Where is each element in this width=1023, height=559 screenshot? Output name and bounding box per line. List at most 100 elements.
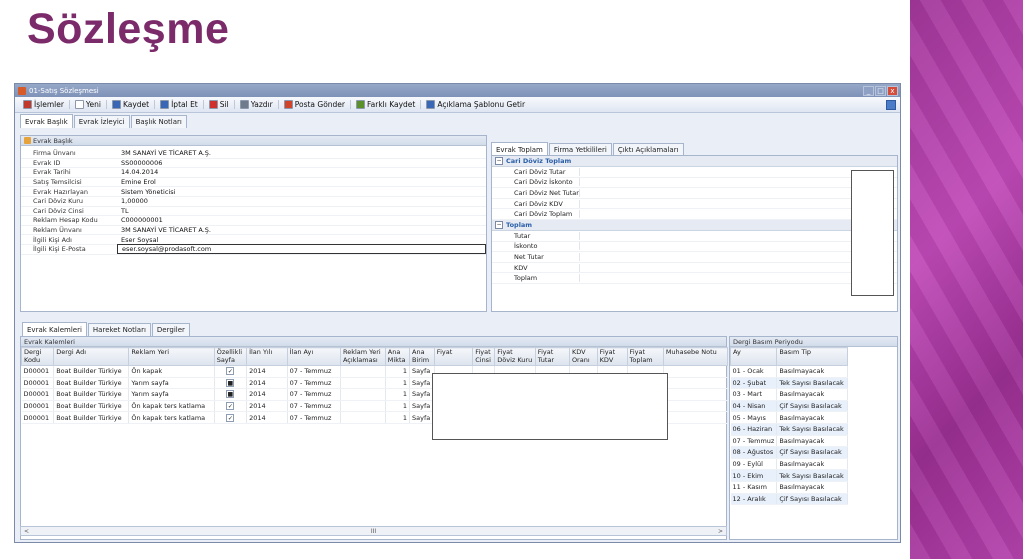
column-header[interactable]: İlan Yılı	[246, 347, 288, 366]
period-type[interactable]: Çif Sayısı Basılacak	[776, 493, 848, 506]
column-header[interactable]: KDV Oranı	[568, 347, 598, 366]
period-row[interactable]: 07 - Temmuz Basılmayacak	[730, 435, 848, 448]
period-type[interactable]: Tek Sayısı Basılacak	[776, 469, 848, 482]
horizontal-scrollbar[interactable]: < III >	[20, 526, 727, 536]
column-header[interactable]: Fiyat KDV	[596, 347, 628, 366]
toolbar-button-7[interactable]: Farklı Kaydet	[351, 100, 422, 109]
right-tab-0[interactable]: Evrak Toplam	[491, 142, 548, 156]
bottom-tab-0[interactable]: Evrak Kalemleri	[22, 322, 87, 336]
column-header[interactable]: Basım Tip	[776, 347, 848, 366]
field-row: Cari Döviz Kuru 1,00000	[21, 197, 486, 207]
field-value[interactable]: eser.soysal@prodasoft.com	[117, 244, 486, 255]
checkbox[interactable]: ■	[226, 378, 235, 387]
totals-group-cari[interactable]: − Cari Döviz Toplam	[492, 156, 897, 167]
field-value[interactable]: 3M SANAYİ VE TİCARET A.Ş.	[117, 149, 486, 157]
period-type[interactable]: Basılmayacak	[776, 388, 848, 401]
field-value[interactable]: SS00000006	[117, 159, 486, 167]
collapse-toggle-icon[interactable]: −	[495, 220, 503, 229]
checkbox[interactable]: ✓	[226, 402, 235, 411]
bottom-tab-1[interactable]: Hareket Notları	[87, 323, 151, 336]
period-row[interactable]: 04 - Nisan Çif Sayısı Basılacak	[730, 400, 848, 413]
toolbar-button-3[interactable]: İptal Et	[155, 100, 204, 109]
scroll-left-arrow-icon[interactable]: <	[21, 528, 32, 535]
period-row[interactable]: 06 - Haziran Tek Sayısı Basılacak	[730, 423, 848, 436]
column-header[interactable]: Ana Birim	[409, 347, 435, 366]
column-header[interactable]: Fiyat	[433, 347, 474, 366]
column-header[interactable]: Fiyat Tutar	[534, 347, 570, 366]
column-header[interactable]: Fiyat Döviz Kuru	[494, 347, 536, 366]
column-header[interactable]: Özellikli Sayfa	[213, 347, 248, 366]
print-icon	[239, 100, 249, 109]
column-header[interactable]: İlan Ayı	[286, 347, 341, 366]
column-header[interactable]: Reklam Yeri Açıklaması	[339, 347, 386, 366]
table-cell	[340, 388, 386, 401]
column-header[interactable]: Muhasebe Notu	[662, 347, 729, 366]
period-row[interactable]: 08 - Ağustos Çif Sayısı Basılacak	[730, 446, 848, 459]
tab-label: Evrak Toplam	[496, 145, 543, 154]
column-header[interactable]: Ana Mikta	[384, 347, 411, 366]
toolbar-button-1[interactable]: Yeni	[70, 100, 107, 109]
period-type[interactable]: Basılmayacak	[776, 411, 848, 424]
period-type[interactable]: Çif Sayısı Basılacak	[776, 446, 848, 459]
field-value[interactable]: Sistem Yöneticisi	[117, 188, 486, 196]
top-tab-2[interactable]: Başlık Notları	[130, 115, 187, 128]
tab-label: Çıktı Açıklamaları	[617, 146, 679, 154]
slide-title: Sözleşme	[27, 5, 230, 53]
period-type[interactable]: Basılmayacak	[776, 365, 848, 378]
bottom-tab-2[interactable]: Dergiler	[151, 323, 190, 336]
top-tab-0[interactable]: Evrak Başlık	[20, 114, 73, 128]
toolbar-button-5[interactable]: Yazdır	[235, 100, 279, 109]
period-row[interactable]: 01 - Ocak Basılmayacak	[730, 365, 848, 378]
period-row[interactable]: 03 - Mart Basılmayacak	[730, 388, 848, 401]
toolbar-button-6[interactable]: Posta Gönder	[279, 100, 352, 109]
field-value[interactable]: 3M SANAYİ VE TİCARET A.Ş.	[117, 226, 486, 234]
period-row[interactable]: 11 - Kasım Basılmayacak	[730, 481, 848, 494]
period-row[interactable]: 02 - Şubat Tek Sayısı Basılacak	[730, 377, 848, 390]
toolbar-button-2[interactable]: Kaydet	[107, 100, 156, 109]
table-cell: Boat Builder Türkiye	[53, 400, 130, 413]
collapse-toggle-icon[interactable]: −	[495, 157, 503, 165]
field-value[interactable]: Emine Erol	[117, 178, 486, 186]
column-header[interactable]: Fiyat Toplam	[626, 347, 664, 366]
totals-group-toplam[interactable]: − Toplam	[492, 219, 897, 231]
checkbox[interactable]: ■	[226, 390, 235, 399]
application-window: 01-Satış Sözleşmesi _ □ x İşlemler Yeni Ka…	[14, 83, 901, 543]
field-value[interactable]: Eser Soysal	[117, 236, 486, 244]
toolbar-button-4[interactable]: Sil	[204, 100, 235, 109]
toolbar-button-8[interactable]: Açıklama Şablonu Getir	[421, 100, 530, 109]
period-type[interactable]: Tek Sayısı Basılacak	[776, 377, 848, 390]
field-value[interactable]: TL	[117, 207, 486, 215]
checkbox[interactable]: ✓	[226, 367, 235, 376]
period-row[interactable]: 10 - Ekim Tek Sayısı Basılacak	[730, 469, 848, 482]
column-header[interactable]: Reklam Yeri	[128, 347, 215, 366]
field-value[interactable]: 1,00000	[117, 197, 486, 205]
checkbox[interactable]: ✓	[226, 413, 235, 422]
period-type[interactable]: Basılmayacak	[776, 435, 848, 448]
toolbar-button-0[interactable]: İşlemler	[18, 100, 70, 109]
template-icon	[426, 100, 436, 109]
period-type[interactable]: Çif Sayısı Basılacak	[776, 400, 848, 413]
period-month: 10 - Ekim	[730, 469, 778, 482]
field-value[interactable]: 14.04.2014	[117, 168, 486, 176]
period-row[interactable]: 09 - Eylül Basılmayacak	[730, 458, 848, 471]
tab-label: Evrak Kalemleri	[27, 325, 82, 334]
maximize-button[interactable]: □	[875, 85, 886, 96]
column-header[interactable]: Dergi Kodu	[20, 347, 55, 366]
field-label: İlgili Kişi Adı	[33, 235, 72, 244]
top-tab-1[interactable]: Evrak İzleyici	[73, 115, 130, 128]
period-row[interactable]: 12 - Aralık Çif Sayısı Basılacak	[730, 493, 848, 506]
scroll-right-arrow-icon[interactable]: >	[715, 528, 726, 535]
field-value[interactable]: C000000001	[117, 216, 486, 224]
column-header[interactable]: Ay	[729, 347, 778, 366]
period-type[interactable]: Basılmayacak	[776, 458, 848, 471]
toolbar-options-icon[interactable]	[886, 99, 896, 110]
scroll-thumb[interactable]: III	[371, 528, 376, 535]
period-type[interactable]: Tek Sayısı Basılacak	[776, 423, 848, 436]
column-header[interactable]: Dergi Adı	[53, 347, 130, 366]
column-header[interactable]: Fiyat Cinsi	[472, 347, 496, 366]
minimize-button[interactable]: _	[863, 85, 874, 96]
period-type[interactable]: Basılmayacak	[776, 481, 848, 494]
period-row[interactable]: 05 - Mayıs Basılmayacak	[730, 411, 848, 424]
close-button[interactable]: x	[887, 85, 898, 96]
table-cell: Sayfa	[409, 365, 435, 378]
